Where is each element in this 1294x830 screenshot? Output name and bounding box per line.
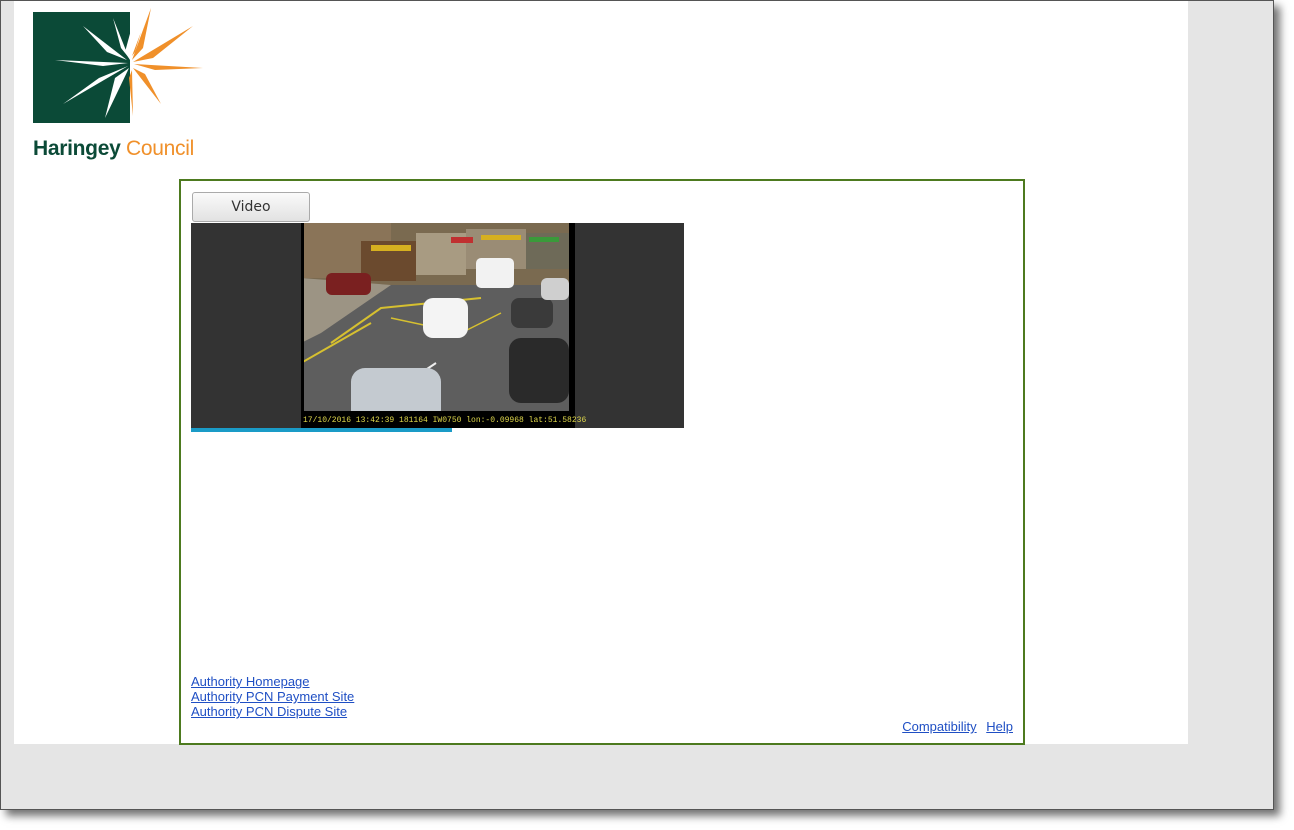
haringey-council-logo: Haringey Council	[33, 8, 213, 163]
video-player[interactable]: 17/10/2016 13:42:39 181164 IW0750 lon:-0…	[191, 223, 684, 428]
evidence-panel: Video 17/10/2016 13:42:39 181164 IW0750 …	[179, 179, 1025, 745]
footer-links: Compatibility Help	[896, 719, 1013, 734]
council-name-part2: Council	[126, 137, 194, 160]
help-link[interactable]: Help	[986, 719, 1013, 734]
council-name-part1: Haringey	[33, 137, 121, 160]
page-content: Haringey Council Video 17/10/2016 13:42:…	[14, 1, 1188, 745]
street-scene-icon	[301, 223, 575, 428]
council-starburst-logo-icon	[33, 8, 203, 123]
authority-links: Authority Homepage Authority PCN Payment…	[191, 674, 354, 719]
cctv-video-frame: 17/10/2016 13:42:39 181164 IW0750 lon:-0…	[301, 223, 586, 428]
pcn-payment-link[interactable]: Authority PCN Payment Site	[191, 689, 354, 704]
video-progress-fill	[191, 428, 453, 432]
video-timestamp-overlay: 17/10/2016 13:42:39 181164 IW0750 lon:-0…	[303, 416, 587, 425]
browser-window: Haringey Council Video 17/10/2016 13:42:…	[0, 0, 1274, 810]
video-progress-bar[interactable]	[191, 428, 684, 432]
pcn-dispute-link[interactable]: Authority PCN Dispute Site	[191, 704, 354, 719]
compatibility-link[interactable]: Compatibility	[902, 719, 976, 734]
authority-homepage-link[interactable]: Authority Homepage	[191, 674, 354, 689]
council-name: Haringey Council	[33, 135, 194, 163]
video-tab-button[interactable]: Video	[192, 192, 310, 222]
